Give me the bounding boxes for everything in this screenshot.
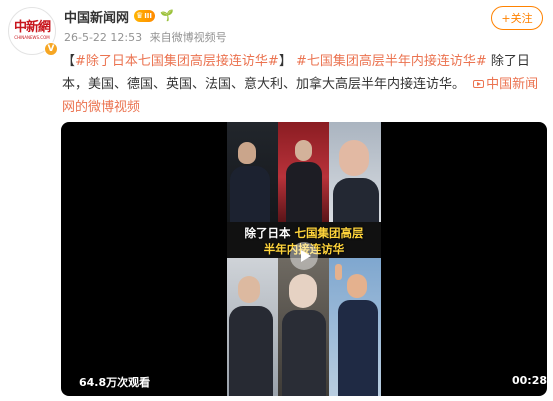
person-figure [339,140,369,176]
person-figure [230,166,270,222]
post-meta: 26-5-22 12:53 来自微博视频号 [64,29,231,45]
post-source[interactable]: 微博视频号 [172,31,227,44]
bracket-open: 【 [62,54,76,69]
thumb-cell [227,258,278,396]
person-figure [282,310,326,396]
name-row: 中国新闻网 ♛ III 🌱 [64,7,174,26]
thumb-cell [329,258,381,396]
thumb-cell [329,122,381,222]
thumb-cell [278,258,329,396]
play-icon[interactable] [290,242,318,270]
person-figure [238,142,256,164]
video-player[interactable]: 除了日本 七国集团高层 半年内接连访华 64.8万次观看 00:28 [61,122,547,396]
username[interactable]: 中国新闻网 [64,7,129,26]
caption-white: 除了日本 [244,226,295,240]
view-count: 64.8万次观看 [79,376,151,389]
person-figure [238,276,260,303]
avatar-logo-text: 中新網 [13,20,51,35]
caption-line-1: 除了日本 七国集团高层 [227,225,381,241]
person-figure [286,162,322,222]
topic-link[interactable]: #除了日本七国集团高层接连访华# [75,54,279,69]
follow-button[interactable]: +关注 [491,6,543,30]
person-figure [295,140,312,161]
person-figure [347,274,367,298]
post-text: 【#除了日本七国集团高层接连访华#】 #七国集团高层半年内接连访华# 除了日本，… [62,50,546,119]
person-figure [338,300,378,396]
video-link-icon [473,80,485,88]
person-figure [333,178,379,222]
post-date[interactable]: 26-5-22 12:53 [64,31,142,44]
caption-yellow: 七国集团高层 [294,226,364,240]
vip-level: III [144,12,153,20]
verified-badge-icon: V [44,42,58,56]
vip-badge[interactable]: ♛ III [134,10,156,22]
person-figure [335,264,342,280]
person-figure [229,306,273,396]
person-figure [289,274,317,308]
avatar-logo-subtext: CHINANEWS.COM [14,35,50,40]
sprout-icon[interactable]: 🌱 [160,10,174,22]
source-prefix: 来自 [149,31,172,44]
thumb-cell [278,122,329,222]
video-duration: 00:28 [512,374,547,387]
crown-icon: ♛ [136,11,144,20]
topic-link[interactable]: #七国集团高层半年内接连访华# [296,54,487,69]
bracket-close: 】 [278,54,292,69]
thumb-cell [227,122,278,222]
